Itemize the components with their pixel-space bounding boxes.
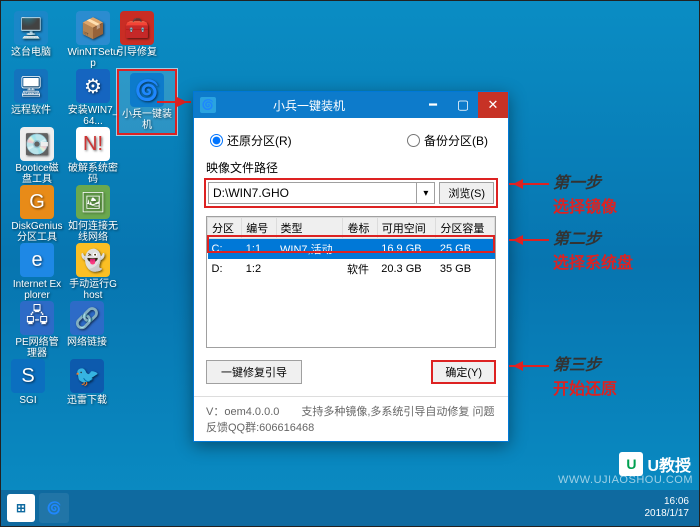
arrow-step2 — [509, 239, 549, 241]
col-label[interactable]: 卷标 — [343, 218, 377, 239]
radio-restore[interactable]: 还原分区(R) — [210, 132, 292, 149]
col-size[interactable]: 分区容量 — [436, 218, 495, 239]
partition-table[interactable]: 分区 编号 类型 卷标 可用空间 分区容量 C: 1:1 WIN7,活动 — [206, 216, 496, 348]
taskbar-clock[interactable]: 16:06 2018/1/17 — [645, 496, 694, 520]
watermark: WWW.UJIAOSHOU.COM — [558, 474, 693, 486]
maximize-button[interactable]: ▢ — [448, 92, 478, 118]
col-free[interactable]: 可用空间 — [377, 218, 436, 239]
col-type[interactable]: 类型 — [276, 218, 343, 239]
desktop-icon-manual-ghost[interactable]: 👻手动运行Ghost — [67, 243, 119, 301]
dialog-titlebar[interactable]: 🌀 小兵一键装机 ━ ▢ ✕ — [194, 92, 508, 118]
col-partition[interactable]: 分区 — [208, 218, 242, 239]
annotation-step1: 第一步 选择镜像 — [553, 169, 617, 217]
desktop-icon-wifi-howto[interactable]: 🖼如何连接无线网络 — [67, 185, 119, 243]
image-path-input[interactable] — [208, 182, 417, 204]
start-button[interactable]: ⊞ — [7, 494, 35, 522]
dialog-title: 小兵一键装机 — [200, 97, 418, 114]
ok-button[interactable]: 确定(Y) — [431, 360, 496, 384]
arrow-step1 — [509, 183, 549, 185]
dialog-footer: V：oem4.0.0.0 支持多种镜像,多系统引导自动修复 问题反馈QQ群:60… — [194, 396, 508, 441]
desktop-icon-ie[interactable]: eInternet Explorer — [11, 243, 63, 301]
taskbar-app-installer[interactable]: 🌀 — [39, 493, 69, 523]
desktop-icon-this-pc[interactable]: 🖥️这台电脑 — [11, 11, 51, 58]
radio-backup-input[interactable] — [407, 134, 420, 147]
mode-radio-row: 还原分区(R) 备份分区(B) — [206, 128, 496, 159]
minimize-button[interactable]: ━ — [418, 92, 448, 118]
desktop-icon-diskgenius[interactable]: GDiskGenius分区工具 — [11, 185, 63, 243]
arrow-step3 — [509, 365, 549, 367]
desktop-icon-sgi[interactable]: SSGI — [11, 359, 45, 406]
table-row[interactable]: D: 1:2 软件 20.3 GB 35 GB — [208, 259, 495, 279]
installer-dialog: 🌀 小兵一键装机 ━ ▢ ✕ 还原分区(R) 备份分区(B) 映像文件路径 ▾ … — [193, 91, 509, 442]
annotation-step2: 第二步 选择系统盘 — [553, 225, 633, 273]
repair-boot-button[interactable]: 一键修复引导 — [206, 360, 302, 384]
desktop-icon-remote[interactable]: 🖥远程软件 — [11, 69, 51, 116]
table-row[interactable]: C: 1:1 WIN7,活动 16.9 GB 25 GB — [208, 239, 495, 260]
path-dropdown-button[interactable]: ▾ — [417, 182, 435, 204]
desktop-icon-thunder[interactable]: 🐦迅雷下载 — [67, 359, 107, 406]
arrow-icon-to-dialog — [157, 101, 191, 103]
col-number[interactable]: 编号 — [242, 218, 276, 239]
logo-icon: U — [619, 452, 643, 476]
desktop-icon-pe-network[interactable]: 🖧PE网络管理器 — [11, 301, 63, 359]
browse-button[interactable]: 浏览(S) — [439, 182, 494, 204]
path-row: ▾ 浏览(S) — [204, 178, 498, 208]
desktop-icon-installwin7[interactable]: ⚙安装WIN7_64... — [67, 69, 119, 127]
desktop-icon-winntsetup[interactable]: 📦WinNTSetup — [67, 11, 119, 69]
logo-ujiaoshou: U U教授 — [619, 452, 691, 476]
radio-backup[interactable]: 备份分区(B) — [407, 132, 488, 149]
radio-restore-input[interactable] — [210, 134, 223, 147]
desktop-icon-bootfix[interactable]: 🧰引导修复 — [117, 11, 157, 58]
taskbar[interactable]: ⊞ 🌀 16:06 2018/1/17 — [1, 490, 699, 526]
path-label: 映像文件路径 — [206, 159, 496, 176]
annotation-step3: 第三步 开始还原 — [553, 351, 617, 399]
desktop-icon-network-conn[interactable]: 🔗网络链接 — [67, 301, 107, 348]
desktop-icon-bootice[interactable]: 💽Bootice磁盘工具 — [11, 127, 63, 185]
close-button[interactable]: ✕ — [478, 92, 508, 118]
desktop-icon-crack-password[interactable]: N!破解系统密码 — [67, 127, 119, 185]
